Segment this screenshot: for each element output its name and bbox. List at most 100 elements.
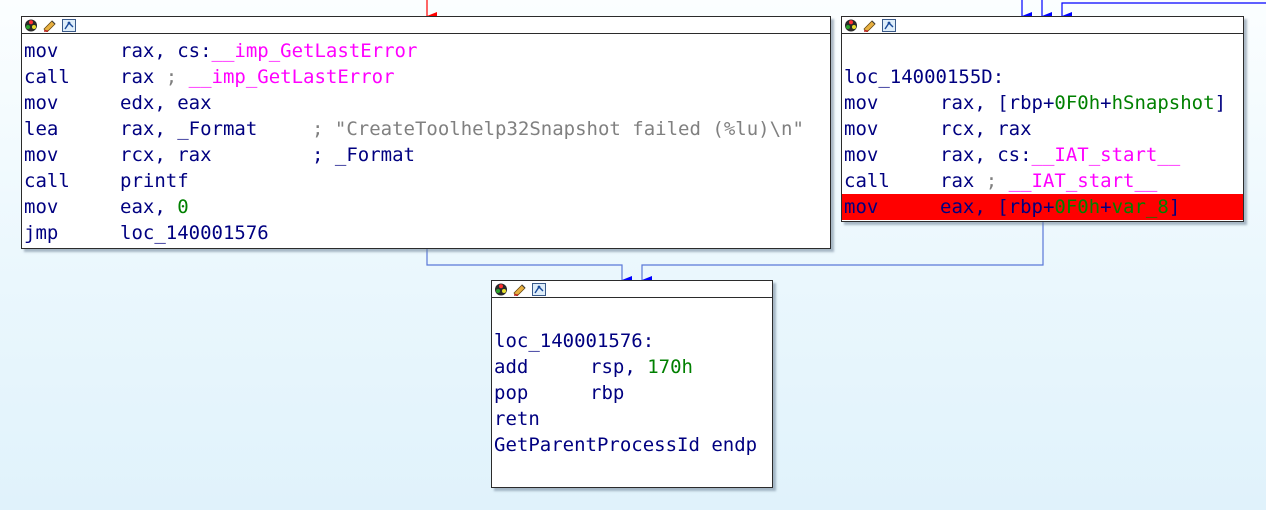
color-palette-icon[interactable]: [494, 283, 508, 296]
token[interactable]: ;: [166, 66, 189, 88]
token[interactable]: rax, _Format: [120, 118, 257, 140]
token[interactable]: rax: [940, 170, 986, 192]
token[interactable]: 0: [177, 196, 188, 218]
operands: rcx, rax: [120, 142, 212, 168]
token[interactable]: __IAT_start__: [1032, 144, 1181, 166]
edge-left-to-bottom[interactable]: [426, 248, 632, 284]
token[interactable]: rax, [rbp+: [940, 92, 1054, 114]
token[interactable]: 0F0h: [1054, 92, 1100, 114]
token[interactable]: __IAT_start__: [1009, 170, 1158, 192]
operands: loc_140001576: [120, 220, 269, 246]
comment: ; _Format: [312, 142, 415, 168]
token[interactable]: rcx, rax: [940, 118, 1032, 140]
mnemonic[interactable]: call: [24, 168, 120, 194]
mnemonic[interactable]: mov: [844, 116, 940, 142]
instruction-line[interactable]: pop rbp: [492, 380, 772, 406]
code-block-right[interactable]: loc_14000155D: mov rax, [rbp+0F0h+hSnapsho…: [841, 16, 1244, 222]
token[interactable]: loc_140001576: [120, 222, 269, 244]
token[interactable]: ]: [1215, 92, 1226, 114]
operands: rcx, rax: [940, 116, 1032, 142]
color-palette-icon[interactable]: [24, 19, 38, 32]
instruction-line[interactable]: mov eax, 0: [22, 194, 830, 220]
token[interactable]: hSnapshot: [1112, 92, 1215, 114]
mnemonic[interactable]: lea: [24, 116, 120, 142]
mnemonic[interactable]: mov: [24, 38, 120, 64]
token[interactable]: rsp,: [590, 356, 647, 378]
mnemonic[interactable]: mov: [24, 194, 120, 220]
instruction-line[interactable]: add rsp, 170h: [492, 354, 772, 380]
rename-pencil-icon[interactable]: [43, 19, 57, 32]
block-header: [492, 281, 772, 298]
token[interactable]: __imp_GetLastError: [189, 66, 395, 88]
mnemonic[interactable]: retn: [494, 406, 590, 432]
token[interactable]: ;: [986, 170, 1009, 192]
block-header: [842, 17, 1243, 34]
code-label[interactable]: GetParentProcessId endp: [494, 434, 757, 456]
mnemonic[interactable]: pop: [494, 380, 590, 406]
token[interactable]: rcx, rax: [120, 144, 212, 166]
token[interactable]: var_8: [1112, 196, 1169, 218]
instruction-line[interactable]: mov rax, [rbp+0F0h+hSnapshot]: [842, 90, 1243, 116]
token[interactable]: ; _Format: [312, 144, 415, 166]
token[interactable]: 170h: [647, 356, 693, 378]
instruction-line[interactable]: call rax ; __IAT_start__: [842, 168, 1243, 194]
block-code: loc_14000155D: mov rax, [rbp+0F0h+hSnapsho…: [842, 34, 1243, 220]
edge-incoming-right-3[interactable]: [1061, 2, 1266, 20]
instruction-line[interactable]: retn: [492, 406, 772, 432]
token[interactable]: rbp: [590, 382, 624, 404]
instruction-line[interactable]: lea rax, _Format; "CreateToolhelp32Snapsh…: [22, 116, 830, 142]
instruction-line[interactable]: mov rcx, rax ; _Format: [22, 142, 830, 168]
code-label-line[interactable]: loc_140001576:: [492, 328, 772, 354]
token[interactable]: edx, eax: [120, 92, 212, 114]
operands: edx, eax: [120, 90, 212, 116]
code-block-bottom[interactable]: loc_140001576: add rsp, 170h pop rbp retn GetP…: [491, 280, 773, 488]
token[interactable]: "CreateToolhelp32Snapshot failed (%lu)\n…: [335, 118, 804, 140]
rename-pencil-icon[interactable]: [863, 19, 877, 32]
instruction-line[interactable]: jmp loc_140001576: [22, 220, 830, 246]
instruction-line[interactable]: mov edx, eax: [22, 90, 830, 116]
mnemonic[interactable]: jmp: [24, 220, 120, 246]
instruction-line[interactable]: mov rcx, rax: [842, 116, 1243, 142]
token[interactable]: rax, cs:: [120, 40, 212, 62]
code-label[interactable]: loc_14000155D:: [844, 66, 1004, 88]
mnemonic[interactable]: mov: [844, 194, 940, 220]
instruction-line[interactable]: mov rax, cs:__IAT_start__: [842, 142, 1243, 168]
mnemonic[interactable]: mov: [844, 142, 940, 168]
mnemonic[interactable]: mov: [24, 142, 120, 168]
code-label[interactable]: loc_140001576:: [494, 330, 654, 352]
token[interactable]: printf: [120, 170, 189, 192]
color-palette-icon[interactable]: [844, 19, 858, 32]
mnemonic[interactable]: mov: [24, 90, 120, 116]
operands: rax, _Format: [120, 116, 257, 142]
token[interactable]: rax, cs:: [940, 144, 1032, 166]
block-code: loc_140001576: add rsp, 170h pop rbp retn GetP…: [492, 298, 772, 458]
instruction-line[interactable]: mov eax, [rbp+0F0h+var_8]: [842, 194, 1243, 220]
token[interactable]: __imp_GetLastError: [212, 40, 418, 62]
token[interactable]: ;: [312, 118, 335, 140]
token[interactable]: 0F0h: [1054, 196, 1100, 218]
token[interactable]: eax, [rbp+: [940, 196, 1054, 218]
mnemonic[interactable]: add: [494, 354, 590, 380]
code-block-left[interactable]: mov rax, cs:__imp_GetLastError call rax ; _…: [21, 16, 831, 249]
operands: printf: [120, 168, 189, 194]
token[interactable]: eax,: [120, 196, 177, 218]
token[interactable]: +: [1100, 196, 1111, 218]
instruction-line[interactable]: call rax ; __imp_GetLastError: [22, 64, 830, 90]
operands: rax ; __imp_GetLastError: [120, 64, 395, 90]
operands: rax ; __IAT_start__: [940, 168, 1157, 194]
instruction-line[interactable]: mov rax, cs:__imp_GetLastError: [22, 38, 830, 64]
code-label-line[interactable]: GetParentProcessId endp: [492, 432, 772, 458]
mnemonic[interactable]: mov: [844, 90, 940, 116]
code-label-line[interactable]: loc_14000155D:: [842, 64, 1243, 90]
token[interactable]: rax: [120, 66, 166, 88]
token[interactable]: ]: [1169, 196, 1180, 218]
graph-overview-icon[interactable]: [882, 18, 896, 32]
rename-pencil-icon[interactable]: [513, 283, 527, 296]
mnemonic[interactable]: call: [24, 64, 120, 90]
block-code: mov rax, cs:__imp_GetLastError call rax ; _…: [22, 34, 830, 246]
graph-overview-icon[interactable]: [532, 282, 546, 296]
instruction-line[interactable]: call printf: [22, 168, 830, 194]
mnemonic[interactable]: call: [844, 168, 940, 194]
token[interactable]: +: [1100, 92, 1111, 114]
graph-overview-icon[interactable]: [62, 18, 76, 32]
